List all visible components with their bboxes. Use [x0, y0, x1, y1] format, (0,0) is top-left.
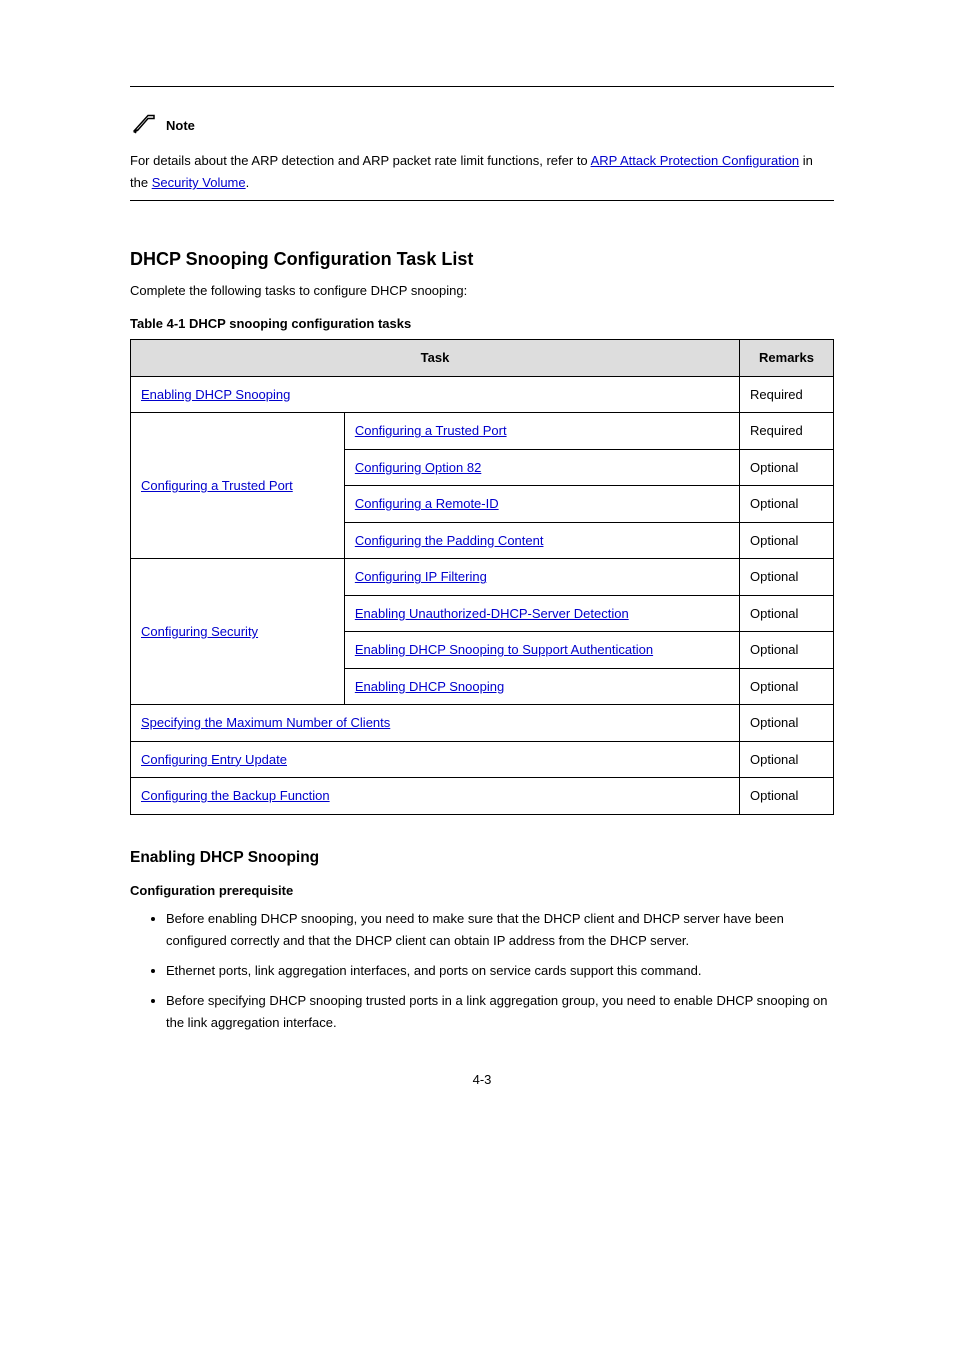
- remark-cell: Optional: [739, 632, 833, 669]
- task-link[interactable]: Configuring the Backup Function: [141, 788, 330, 803]
- remark-cell: Optional: [739, 449, 833, 486]
- top-rule: [130, 86, 834, 87]
- remark-cell: Optional: [739, 778, 833, 815]
- table-row: Configuring a Trusted PortConfiguring a …: [131, 413, 834, 450]
- note-bottom-rule: [130, 200, 834, 201]
- task-group-link[interactable]: Configuring Security: [141, 624, 258, 639]
- remark-cell: Optional: [739, 668, 833, 705]
- note-tail: .: [246, 175, 250, 190]
- config-prereq-title: Configuration prerequisite: [130, 883, 834, 898]
- table-header-row: Task Remarks: [131, 340, 834, 377]
- task-link[interactable]: Specifying the Maximum Number of Clients: [141, 715, 390, 730]
- list-item: Ethernet ports, link aggregation interfa…: [166, 960, 834, 982]
- remark-cell: Optional: [739, 705, 833, 742]
- task-link[interactable]: Enabling DHCP Snooping to Support Authen…: [355, 642, 653, 657]
- task-group-link[interactable]: Configuring a Trusted Port: [141, 478, 293, 493]
- remark-cell: Optional: [739, 559, 833, 596]
- table-row: Configuring Entry Update Optional: [131, 741, 834, 778]
- note-header: Note: [130, 111, 834, 140]
- task-link[interactable]: Enabling DHCP Snooping: [355, 679, 504, 694]
- task-link[interactable]: Configuring IP Filtering: [355, 569, 487, 584]
- remark-cell: Required: [739, 413, 833, 450]
- table-row: Configuring SecurityConfiguring IP Filte…: [131, 559, 834, 596]
- task-link[interactable]: Configuring the Padding Content: [355, 533, 544, 548]
- table-caption: Table 4-1 DHCP snooping configuration ta…: [130, 316, 834, 331]
- task-link[interactable]: Configuring Option 82: [355, 460, 481, 475]
- list-item: Before enabling DHCP snooping, you need …: [166, 908, 834, 952]
- task-table: Task Remarks Enabling DHCP Snooping Requi…: [130, 339, 834, 815]
- remark-cell: Optional: [739, 741, 833, 778]
- note-label: Note: [166, 118, 195, 133]
- task-link[interactable]: Configuring a Remote-ID: [355, 496, 499, 511]
- note-text-prefix: For details about the ARP detection and …: [130, 153, 591, 168]
- task-link[interactable]: Configuring Entry Update: [141, 752, 287, 767]
- col-remarks: Remarks: [739, 340, 833, 377]
- list-item: Before specifying DHCP snooping trusted …: [166, 990, 834, 1034]
- table-row: Configuring the Backup Function Optional: [131, 778, 834, 815]
- page-number: 4-3: [130, 1072, 834, 1087]
- security-volume-link[interactable]: Security Volume: [152, 175, 246, 190]
- subsection-title: Enabling DHCP Snooping: [130, 849, 834, 867]
- col-task: Task: [131, 340, 740, 377]
- prereq-list: Before enabling DHCP snooping, you need …: [130, 908, 834, 1034]
- task-link[interactable]: Enabling Unauthorized-DHCP-Server Detect…: [355, 606, 629, 621]
- arp-protection-link[interactable]: ARP Attack Protection Configuration: [591, 153, 800, 168]
- remark-cell: Optional: [739, 595, 833, 632]
- table-row: Enabling DHCP Snooping Required: [131, 376, 834, 413]
- section-intro: Complete the following tasks to configur…: [130, 280, 834, 302]
- remark-cell: Optional: [739, 522, 833, 559]
- note-icon: [130, 111, 160, 140]
- remark-cell: Optional: [739, 486, 833, 523]
- task-link[interactable]: Enabling DHCP Snooping: [141, 387, 290, 402]
- note-body: For details about the ARP detection and …: [130, 150, 834, 194]
- remark-cell: Required: [739, 376, 833, 413]
- section-title: DHCP Snooping Configuration Task List: [130, 249, 834, 270]
- task-link[interactable]: Configuring a Trusted Port: [355, 423, 507, 438]
- table-row: Specifying the Maximum Number of Clients…: [131, 705, 834, 742]
